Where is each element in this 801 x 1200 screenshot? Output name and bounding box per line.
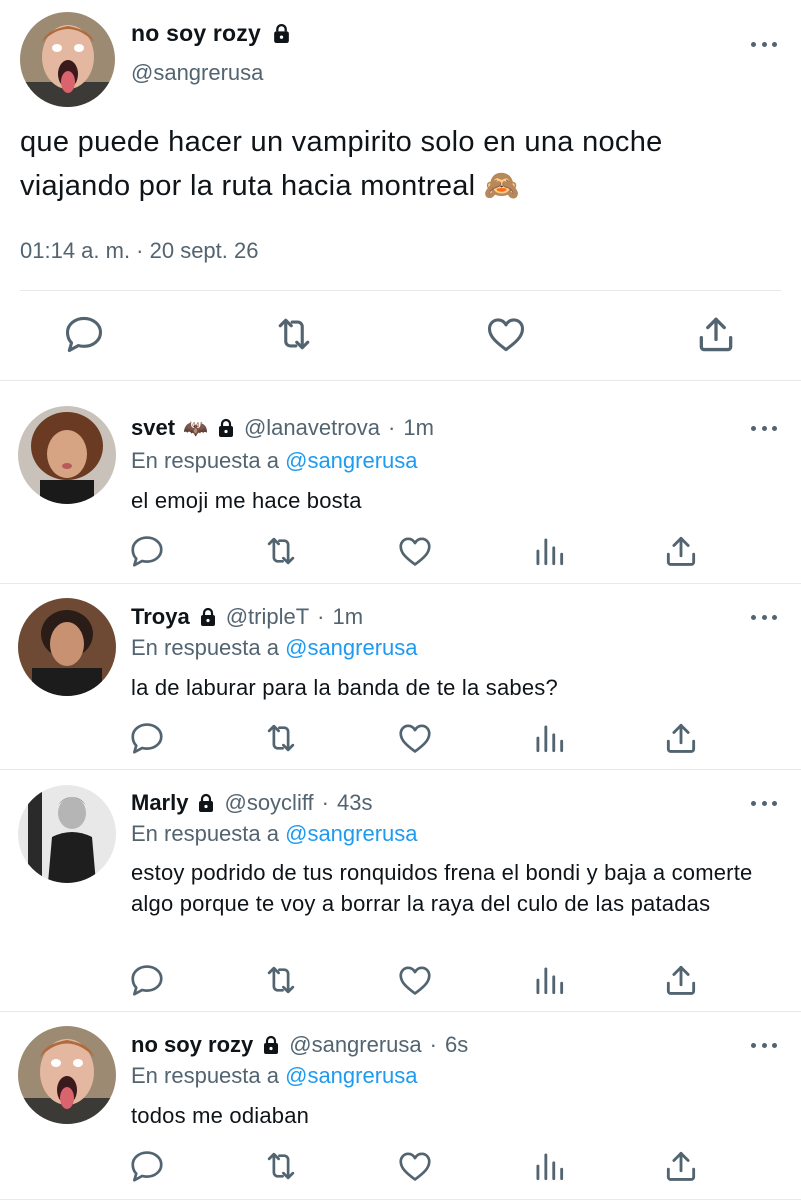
reply-tweet[interactable]: no soy rozy @sangrerusa · 6s En respuest… bbox=[0, 1013, 801, 1200]
tweet-text: que puede hacer un vampirito solo en una… bbox=[20, 126, 663, 202]
reply-context: En respuesta a @sangrerusa bbox=[131, 448, 418, 474]
lock-icon bbox=[196, 793, 216, 813]
retweet-icon[interactable] bbox=[262, 532, 300, 570]
reply-icon[interactable] bbox=[128, 532, 166, 570]
reply-prefix: En respuesta a bbox=[131, 448, 279, 473]
lock-icon bbox=[261, 1035, 281, 1055]
reply-icon[interactable] bbox=[62, 312, 106, 356]
separator-dot: · bbox=[429, 1032, 437, 1057]
reply-text: estoy podrido de tus ronquidos frena el … bbox=[131, 860, 753, 916]
main-tweet: no soy rozy @sangrerusa que puede hacer … bbox=[0, 0, 801, 381]
mention-link[interactable]: @sangrerusa bbox=[285, 821, 417, 846]
like-icon[interactable] bbox=[396, 961, 434, 999]
mention-link[interactable]: @sangrerusa bbox=[285, 635, 417, 660]
reply-time[interactable]: 43s bbox=[337, 790, 372, 816]
like-icon[interactable] bbox=[484, 312, 528, 356]
display-name[interactable]: Troya bbox=[131, 604, 190, 630]
like-icon[interactable] bbox=[396, 719, 434, 757]
avatar[interactable] bbox=[18, 406, 116, 504]
display-name[interactable]: no soy rozy bbox=[131, 1032, 253, 1058]
reply-icon[interactable] bbox=[128, 719, 166, 757]
reply-icon[interactable] bbox=[128, 1147, 166, 1185]
reply-tweet[interactable]: svet 🦇 @lanavetrova · 1m En respuesta a … bbox=[0, 382, 801, 584]
more-icon[interactable] bbox=[751, 611, 777, 623]
share-icon[interactable] bbox=[662, 1147, 700, 1185]
reply-actions bbox=[0, 1147, 801, 1187]
share-icon[interactable] bbox=[662, 532, 700, 570]
views-icon[interactable] bbox=[530, 1147, 568, 1185]
reply-context: En respuesta a @sangrerusa bbox=[131, 821, 418, 847]
display-name[interactable]: Marly bbox=[131, 790, 188, 816]
tweet-timestamp[interactable]: 01:14 a. m. · 20 sept. 26 bbox=[20, 238, 258, 264]
mention-link[interactable]: @sangrerusa bbox=[285, 1063, 417, 1088]
reply-time[interactable]: 1m bbox=[333, 604, 364, 630]
reply-actions bbox=[0, 532, 801, 572]
reply-text: todos me odiaban bbox=[131, 1103, 310, 1128]
user-handle[interactable]: @sangrerusa bbox=[131, 60, 263, 86]
user-handle[interactable]: @soycliff bbox=[224, 790, 313, 816]
separator-dot: · bbox=[388, 415, 396, 440]
reply-prefix: En respuesta a bbox=[131, 1063, 279, 1088]
tweet-actions bbox=[0, 312, 801, 360]
lock-icon bbox=[198, 607, 218, 627]
lock-icon bbox=[216, 418, 236, 438]
views-icon[interactable] bbox=[530, 961, 568, 999]
like-icon[interactable] bbox=[396, 1147, 434, 1185]
views-icon[interactable] bbox=[530, 719, 568, 757]
avatar[interactable] bbox=[18, 598, 116, 696]
reply-icon[interactable] bbox=[128, 961, 166, 999]
avatar[interactable] bbox=[20, 12, 115, 107]
reply-context: En respuesta a @sangrerusa bbox=[131, 635, 418, 661]
mention-link[interactable]: @sangrerusa bbox=[285, 448, 417, 473]
separator-dot: · bbox=[321, 790, 329, 815]
retweet-icon[interactable] bbox=[262, 1147, 300, 1185]
reply-context: En respuesta a @sangrerusa bbox=[131, 1063, 418, 1089]
share-icon[interactable] bbox=[694, 312, 738, 356]
like-icon[interactable] bbox=[396, 532, 434, 570]
reply-actions bbox=[0, 961, 801, 1001]
avatar[interactable] bbox=[18, 1026, 116, 1124]
more-icon[interactable] bbox=[751, 1039, 777, 1051]
bat-emoji: 🦇 bbox=[183, 417, 208, 440]
reply-tweet[interactable]: Troya @tripleT · 1m En respuesta a @sang… bbox=[0, 585, 801, 770]
avatar[interactable] bbox=[18, 785, 116, 883]
views-icon[interactable] bbox=[530, 532, 568, 570]
reply-text: el emoji me hace bosta bbox=[131, 488, 362, 513]
more-icon[interactable] bbox=[751, 38, 777, 50]
display-name[interactable]: svet bbox=[131, 415, 175, 441]
more-icon[interactable] bbox=[751, 422, 777, 434]
share-icon[interactable] bbox=[662, 719, 700, 757]
more-icon[interactable] bbox=[751, 797, 777, 809]
user-handle[interactable]: @tripleT bbox=[226, 604, 309, 630]
lock-icon bbox=[271, 23, 292, 44]
retweet-icon[interactable] bbox=[262, 719, 300, 757]
share-icon[interactable] bbox=[662, 961, 700, 999]
reply-tweet[interactable]: Marly @soycliff · 43s En respuesta a @sa… bbox=[0, 771, 801, 1012]
retweet-icon[interactable] bbox=[262, 961, 300, 999]
user-handle[interactable]: @sangrerusa bbox=[289, 1032, 421, 1058]
reply-actions bbox=[0, 719, 801, 759]
reply-prefix: En respuesta a bbox=[131, 635, 279, 660]
reply-time[interactable]: 1m bbox=[403, 415, 434, 441]
user-handle[interactable]: @lanavetrova bbox=[244, 415, 380, 441]
reply-prefix: En respuesta a bbox=[131, 821, 279, 846]
separator-dot: · bbox=[317, 604, 325, 629]
reply-text: la de laburar para la banda de te la sab… bbox=[131, 675, 558, 700]
retweet-icon[interactable] bbox=[272, 312, 316, 356]
reply-time[interactable]: 6s bbox=[445, 1032, 468, 1058]
divider bbox=[20, 290, 781, 291]
display-name[interactable]: no soy rozy bbox=[131, 20, 261, 47]
